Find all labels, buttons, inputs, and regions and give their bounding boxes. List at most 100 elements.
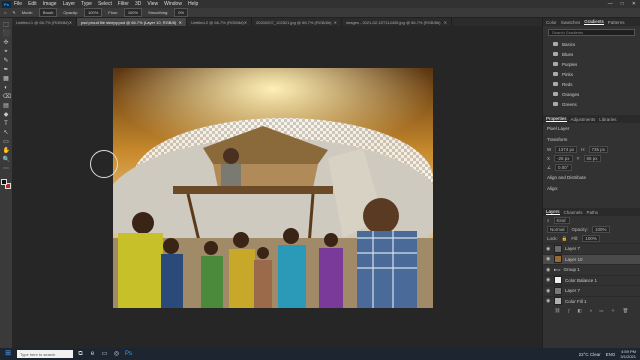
visibility-eye-icon[interactable]: ◉ bbox=[546, 298, 551, 304]
menu-filter[interactable]: Filter bbox=[118, 1, 129, 7]
layer-kind-select[interactable]: Kind bbox=[553, 217, 570, 224]
pen-tool-icon[interactable]: ✒ bbox=[3, 67, 10, 73]
canvas-area[interactable] bbox=[12, 26, 542, 348]
menu-edit[interactable]: Edit bbox=[28, 1, 37, 7]
visibility-eye-icon[interactable]: ◉ bbox=[546, 256, 551, 262]
gradient-folder-blues[interactable]: Blues bbox=[543, 49, 640, 59]
tab-images-2021[interactable]: images - 2021-02-15T114405.jpg @ 66.7% (… bbox=[342, 18, 452, 26]
folder-icon[interactable]: ▭ bbox=[100, 350, 109, 358]
tab-channels[interactable]: Channels bbox=[564, 210, 583, 215]
new-layer-icon[interactable]: ＋ bbox=[611, 308, 616, 314]
clock[interactable]: 4:59 PM 3/1/2021 bbox=[620, 349, 636, 359]
close-button[interactable]: ✕ bbox=[632, 1, 636, 7]
more-tools-icon[interactable]: ⋯ bbox=[3, 166, 10, 172]
fx-icon[interactable]: ƒ bbox=[568, 308, 571, 314]
tab-libraries[interactable]: Libraries bbox=[599, 117, 616, 122]
menu-help[interactable]: Help bbox=[188, 1, 198, 7]
height-input[interactable]: 735 px bbox=[588, 146, 609, 153]
zoom-tool-icon[interactable]: 🔍 bbox=[3, 157, 10, 163]
path-select-tool-icon[interactable]: ↖ bbox=[3, 130, 10, 136]
menu-type[interactable]: Type bbox=[81, 1, 92, 7]
dodge-tool-icon[interactable]: ◐ bbox=[3, 85, 10, 91]
visibility-eye-icon[interactable]: ◉ bbox=[546, 267, 551, 273]
x-input[interactable]: -25 px bbox=[554, 155, 573, 162]
visibility-eye-icon[interactable]: ◉ bbox=[546, 277, 551, 283]
layer-row[interactable]: ◉ Layer 7 bbox=[543, 285, 640, 296]
foreground-color-swatch[interactable] bbox=[1, 179, 7, 185]
tab-adjustments[interactable]: Adjustments bbox=[571, 117, 596, 122]
close-icon[interactable]: ✕ bbox=[444, 20, 447, 25]
menu-image[interactable]: Image bbox=[43, 1, 57, 7]
task-view-icon[interactable]: ⧉ bbox=[76, 350, 85, 358]
chrome-icon[interactable]: ◎ bbox=[112, 350, 121, 358]
tab-paths[interactable]: Paths bbox=[587, 210, 599, 215]
gradient-folder-greens[interactable]: Greens bbox=[543, 99, 640, 109]
blend-mode-select[interactable]: Normal bbox=[547, 226, 568, 233]
crop-tool-icon[interactable]: ⌖ bbox=[3, 49, 10, 55]
marquee-tool-icon[interactable]: ⬚ bbox=[3, 22, 10, 28]
type-tool-icon[interactable]: T bbox=[3, 121, 10, 127]
gradient-tool-icon[interactable]: ▤ bbox=[3, 103, 10, 109]
gradient-folder-basics[interactable]: Basics bbox=[543, 39, 640, 49]
menu-3d[interactable]: 3D bbox=[135, 1, 141, 7]
color-swatches[interactable] bbox=[1, 179, 11, 189]
menu-select[interactable]: Select bbox=[98, 1, 112, 7]
shape-tool-icon[interactable]: ▭ bbox=[3, 139, 10, 145]
blur-tool-icon[interactable]: ◆ bbox=[3, 112, 10, 118]
close-icon[interactable]: ✕ bbox=[179, 20, 182, 25]
opacity-input[interactable]: 100% bbox=[84, 8, 103, 17]
layer-row[interactable]: ◉ Color Balance 1 bbox=[543, 274, 640, 286]
stamp-tool-icon[interactable]: ▦ bbox=[3, 76, 10, 82]
tab-gradients[interactable]: Gradients bbox=[584, 19, 604, 25]
adjustment-icon[interactable]: ◑ bbox=[589, 308, 592, 314]
gradient-folder-purples[interactable]: Purples bbox=[543, 59, 640, 69]
mask-icon[interactable]: ◧ bbox=[578, 308, 582, 314]
gradient-search-input[interactable]: Search Gradients bbox=[548, 29, 635, 36]
tab-swatches[interactable]: Swatches bbox=[561, 20, 581, 25]
weather-text[interactable]: 22°C Clear bbox=[579, 352, 601, 357]
lock-icon[interactable]: 🔒 bbox=[562, 236, 568, 242]
tab-untitled-1[interactable]: Untitled-1 @ 66.7% (RGB/8#) ✕ bbox=[12, 18, 77, 26]
eraser-tool-icon[interactable]: ⌫ bbox=[3, 94, 11, 100]
layer-group-row[interactable]: ◉ ▸▭ Group 1 bbox=[543, 264, 640, 275]
layer-opacity-input[interactable]: 100% bbox=[592, 226, 610, 233]
layer-row[interactable]: ◉ Color Fill 1 bbox=[543, 295, 640, 307]
link-icon[interactable]: ⛓ bbox=[555, 308, 561, 314]
fill-input[interactable]: 100% bbox=[582, 235, 600, 242]
language-indicator[interactable]: ENG bbox=[606, 352, 616, 357]
move-tool-icon[interactable]: ✣ bbox=[3, 40, 10, 46]
taskbar-search-input[interactable]: Type here to search bbox=[17, 350, 73, 358]
close-icon[interactable]: ✕ bbox=[69, 20, 72, 25]
layer-row[interactable]: ◉ Layer 7 bbox=[543, 243, 640, 254]
visibility-eye-icon[interactable]: ◉ bbox=[546, 288, 551, 294]
width-input[interactable]: 1374 px bbox=[555, 146, 578, 153]
hand-tool-icon[interactable]: ✋ bbox=[3, 148, 10, 154]
flow-input[interactable]: 100% bbox=[123, 8, 143, 17]
menu-view[interactable]: View bbox=[147, 1, 158, 7]
smoothing-input[interactable]: 0% bbox=[174, 8, 189, 17]
layer-row-selected[interactable]: ◉ Layer 10 bbox=[543, 253, 640, 264]
visibility-eye-icon[interactable]: ◉ bbox=[546, 246, 551, 252]
tab-20200207[interactable]: 20200207_102521.jpg @ 66.7% (RGB/8#) ✕ bbox=[252, 18, 342, 26]
artboard-tool-icon[interactable]: ⬛ bbox=[3, 31, 10, 37]
tab-patterns[interactable]: Patterns bbox=[608, 20, 625, 25]
document-canvas-photo[interactable] bbox=[113, 68, 433, 308]
tab-layers[interactable]: Layers bbox=[546, 209, 560, 215]
mode-select[interactable]: Brush bbox=[38, 8, 58, 17]
brush-tool-icon[interactable]: ✎ bbox=[3, 58, 10, 64]
gradient-folder-oranges[interactable]: Oranges bbox=[543, 89, 640, 99]
close-icon[interactable]: ✕ bbox=[334, 20, 337, 25]
minimize-button[interactable]: — bbox=[608, 1, 613, 7]
new-group-icon[interactable]: ▭ bbox=[599, 308, 603, 314]
trash-icon[interactable]: 🗑 bbox=[623, 308, 629, 314]
photoshop-taskbar-icon[interactable]: Ps bbox=[124, 350, 133, 358]
close-icon[interactable]: ✕ bbox=[244, 20, 247, 25]
tab-properties[interactable]: Properties bbox=[546, 116, 567, 122]
y-input[interactable]: 65 px bbox=[583, 155, 601, 162]
menu-file[interactable]: File bbox=[14, 1, 22, 7]
gradient-folder-pinks[interactable]: Pinks bbox=[543, 69, 640, 79]
angle-input[interactable]: 0.00° bbox=[555, 164, 572, 171]
brush-tool-icon[interactable]: ✎ bbox=[12, 10, 15, 15]
tab-color[interactable]: Color bbox=[546, 20, 557, 25]
home-icon[interactable]: ⌂ bbox=[4, 10, 6, 15]
